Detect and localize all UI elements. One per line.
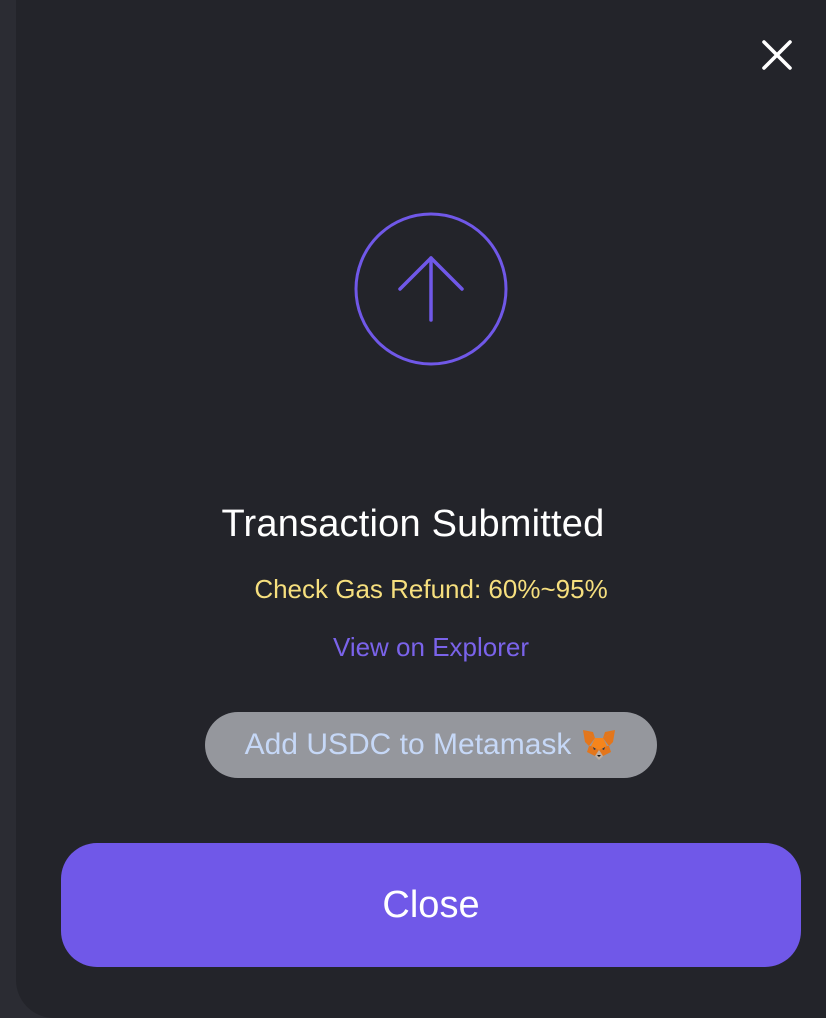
close-button[interactable]: Close xyxy=(61,843,801,967)
gas-refund-text: Check Gas Refund: 60%~95% xyxy=(254,574,608,604)
add-token-label: Add USDC to Metamask xyxy=(244,728,572,761)
close-icon[interactable] xyxy=(758,36,796,74)
arrow-up-circle-icon xyxy=(354,212,508,366)
metamask-fox-icon xyxy=(581,728,617,762)
close-button-label: Close xyxy=(382,884,480,926)
view-on-explorer-link[interactable]: View on Explorer xyxy=(0,630,826,664)
modal-title: Transaction Submitted xyxy=(221,503,605,545)
add-usdc-to-metamask-button[interactable]: Add USDC to Metamask xyxy=(205,712,657,778)
